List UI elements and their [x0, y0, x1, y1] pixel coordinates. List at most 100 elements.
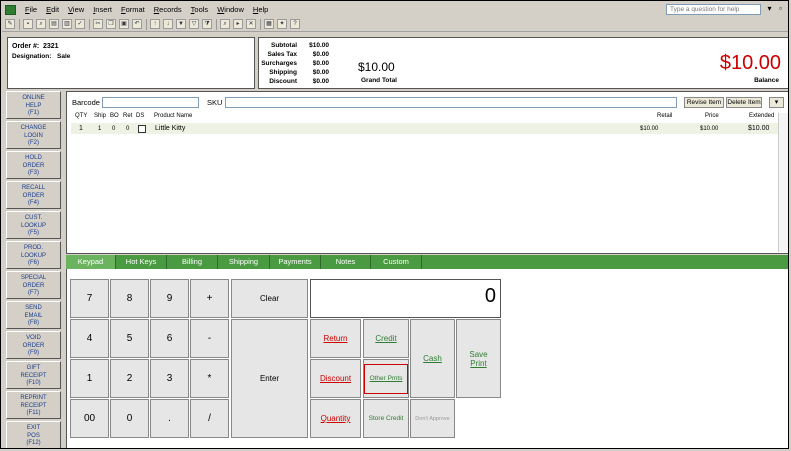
tab-custom[interactable]: Custom	[371, 255, 422, 269]
exit-pos-button[interactable]: EXIT POS (F12)	[6, 421, 61, 448]
special-order-button[interactable]: SPECIAL ORDER (F7)	[6, 271, 61, 299]
tab-shipping[interactable]: Shipping	[218, 255, 270, 269]
key-00[interactable]: 00	[70, 399, 109, 438]
tab-billing[interactable]: Billing	[167, 255, 218, 269]
key-4[interactable]: 4	[70, 319, 109, 358]
sort-ascending-icon[interactable]: ↑	[150, 19, 160, 29]
drop-ship-checkbox[interactable]	[138, 125, 146, 133]
other-payments-button[interactable]: Other Pmts	[363, 359, 409, 398]
spelling-icon[interactable]: ✓	[75, 19, 85, 29]
key-2[interactable]: 2	[110, 359, 149, 398]
return-button[interactable]: Return	[310, 319, 361, 358]
line-items-panel: Barcode SKU Revise Item Delete Item ▾ QT…	[66, 91, 788, 254]
hold-order-button[interactable]: HOLD ORDER (F3)	[6, 151, 61, 179]
online-help-button[interactable]: ONLINE HELP (F1)	[6, 91, 61, 119]
print-icon[interactable]: ▤	[49, 19, 59, 29]
product-lookup-button[interactable]: PROD. LOOKUP (F6)	[6, 241, 61, 269]
menu-edit[interactable]: Edit	[46, 5, 59, 14]
dropdown-icon[interactable]: ▾	[765, 4, 774, 13]
key-0[interactable]: 0	[110, 399, 149, 438]
sku-input[interactable]	[225, 97, 677, 108]
void-order-button[interactable]: VOID ORDER (F9)	[6, 331, 61, 359]
delete-item-button[interactable]: Delete Item	[726, 97, 762, 108]
key-7[interactable]: 7	[70, 279, 109, 318]
key-5[interactable]: 5	[110, 319, 149, 358]
gift-receipt-button[interactable]: GIFT RECEIPT (F10)	[6, 361, 61, 389]
recall-order-button[interactable]: RECALL ORDER (F4)	[6, 181, 61, 209]
key-8[interactable]: 8	[110, 279, 149, 318]
design-view-icon[interactable]: ✎	[5, 19, 15, 29]
menu-tools[interactable]: Tools	[191, 5, 209, 14]
dropdown-icon[interactable]: ▾	[769, 97, 784, 108]
menu-help[interactable]: Help	[253, 5, 268, 14]
sort-descending-icon[interactable]: ↓	[163, 19, 173, 29]
send-email-button[interactable]: SEND EMAIL (F8)	[6, 301, 61, 329]
menu-file[interactable]: File	[25, 5, 37, 14]
new-record-icon[interactable]: ▸	[233, 19, 243, 29]
revise-item-button[interactable]: Revise Item	[684, 97, 724, 108]
menu-window[interactable]: Window	[217, 5, 244, 14]
reprint-receipt-button[interactable]: REPRINT RECEIPT (F11)	[6, 391, 61, 419]
copy-icon[interactable]: ❐	[106, 19, 116, 29]
paste-icon[interactable]: ▣	[119, 19, 129, 29]
tab-keypad[interactable]: Keypad	[66, 255, 116, 269]
key-divide[interactable]: /	[190, 399, 229, 438]
discount-button[interactable]: Discount	[310, 359, 361, 398]
clear-button[interactable]: Clear	[231, 279, 308, 318]
filter-form-icon[interactable]: ▽	[189, 19, 199, 29]
menu-records[interactable]: Records	[154, 5, 182, 14]
undo-icon[interactable]: ↶	[132, 19, 142, 29]
menu-view[interactable]: View	[68, 5, 84, 14]
close-icon[interactable]	[786, 4, 788, 13]
credit-button[interactable]: Credit	[363, 319, 409, 358]
tab-hot-keys[interactable]: Hot Keys	[116, 255, 167, 269]
key-decimal[interactable]: .	[150, 399, 189, 438]
key-9[interactable]: 9	[150, 279, 189, 318]
print-preview-icon[interactable]: ▥	[62, 19, 72, 29]
menu-insert[interactable]: Insert	[93, 5, 112, 14]
search-icon[interactable]: ⌕	[36, 19, 46, 29]
key-minus[interactable]: -	[190, 319, 229, 358]
shipping-value: $0.00	[312, 69, 329, 76]
key-plus[interactable]: +	[190, 279, 229, 318]
change-login-button[interactable]: CHANGE LOGIN (F2)	[6, 121, 61, 149]
key-1[interactable]: 1	[70, 359, 109, 398]
app-icon[interactable]	[5, 4, 16, 15]
row-retail[interactable]: $10.00	[640, 126, 658, 132]
find-icon[interactable]: ⌕	[220, 19, 230, 29]
row-price[interactable]: $10.00	[700, 126, 718, 132]
row-extended[interactable]: $10.00	[748, 125, 769, 132]
subtotal-value: $10.00	[309, 42, 329, 49]
row-product-name[interactable]: Little Kitty	[155, 125, 185, 132]
delete-record-icon[interactable]: ✕	[246, 19, 256, 29]
filter-icon[interactable]: ▼	[176, 19, 186, 29]
dont-approve-button[interactable]: Don't Approve	[410, 399, 455, 438]
tab-notes[interactable]: Notes	[321, 255, 371, 269]
save-print-button[interactable]: Save Print	[456, 319, 501, 398]
apply-filter-icon[interactable]: ⧩	[202, 19, 212, 29]
vertical-scrollbar[interactable]	[778, 113, 788, 252]
row-bo[interactable]: 0	[112, 126, 115, 132]
row-ship[interactable]: 1	[98, 126, 101, 132]
row-qty[interactable]: 1	[79, 125, 83, 132]
quantity-button[interactable]: Quantity	[310, 399, 361, 438]
row-ret[interactable]: 0	[126, 126, 129, 132]
cut-icon[interactable]: ✂	[93, 19, 103, 29]
cash-button[interactable]: Cash	[410, 319, 455, 398]
customer-lookup-button[interactable]: CUST. LOOKUP (F5)	[6, 211, 61, 239]
database-window-icon[interactable]: ▦	[264, 19, 274, 29]
help-icon[interactable]: ?	[290, 19, 300, 29]
key-6[interactable]: 6	[150, 319, 189, 358]
key-multiply[interactable]: *	[190, 359, 229, 398]
save-icon[interactable]: ▪	[23, 19, 33, 29]
menu-format[interactable]: Format	[121, 5, 145, 14]
store-credit-button[interactable]: Store Credit	[363, 399, 409, 438]
key-3[interactable]: 3	[150, 359, 189, 398]
keypad-display: 0	[310, 279, 501, 318]
help-search-input[interactable]: Type a question for help	[666, 4, 761, 15]
barcode-input[interactable]	[102, 97, 199, 108]
enter-button[interactable]: Enter	[231, 319, 308, 438]
tab-payments[interactable]: Payments	[270, 255, 321, 269]
new-object-icon[interactable]: ✦	[277, 19, 287, 29]
restore-icon[interactable]: ▫	[776, 4, 785, 13]
